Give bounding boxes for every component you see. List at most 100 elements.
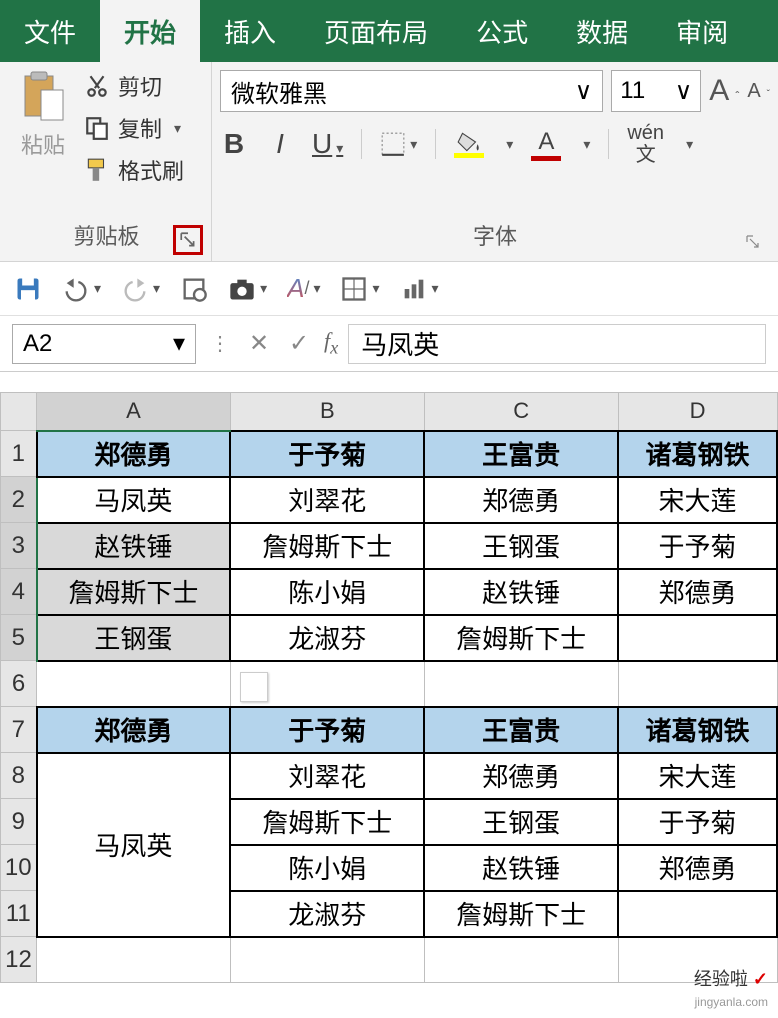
- cell[interactable]: 马凤英: [37, 753, 231, 937]
- cell[interactable]: [618, 615, 777, 661]
- cell[interactable]: 于予菊: [618, 523, 777, 569]
- redo-button[interactable]: ▾: [121, 275, 160, 303]
- cell[interactable]: 陈小娟: [230, 845, 424, 891]
- cell[interactable]: 郑德勇: [618, 569, 777, 615]
- enter-icon[interactable]: ✓: [284, 329, 314, 358]
- cell[interactable]: 赵铁锤: [37, 523, 231, 569]
- font-color-button[interactable]: A: [531, 128, 561, 161]
- cell[interactable]: 于予菊: [230, 431, 424, 477]
- chart-button[interactable]: ▾: [400, 275, 439, 303]
- name-box[interactable]: A2 ▾: [12, 324, 196, 364]
- cell[interactable]: 詹姆斯下士: [424, 615, 618, 661]
- column-header[interactable]: C: [424, 393, 618, 431]
- row-header[interactable]: 2: [1, 477, 37, 523]
- cell[interactable]: [230, 937, 424, 983]
- cell[interactable]: 宋大莲: [618, 477, 777, 523]
- cell[interactable]: [618, 661, 777, 707]
- cell[interactable]: [618, 891, 777, 937]
- font-style-button[interactable]: A/▾: [287, 273, 320, 304]
- tab-layout[interactable]: 页面布局: [300, 0, 452, 62]
- cell[interactable]: 于予菊: [618, 799, 777, 845]
- cancel-icon[interactable]: ✕: [244, 329, 274, 358]
- cell[interactable]: 于予菊: [230, 707, 424, 753]
- row-header[interactable]: 6: [1, 661, 37, 707]
- fx-icon[interactable]: fx: [324, 328, 338, 358]
- tab-insert[interactable]: 插入: [200, 0, 300, 62]
- font-launcher-icon[interactable]: [742, 231, 764, 253]
- row-header[interactable]: 11: [1, 891, 37, 937]
- cell[interactable]: 詹姆斯下士: [424, 891, 618, 937]
- cell[interactable]: 诸葛钢铁: [618, 707, 777, 753]
- undo-button[interactable]: ▾: [62, 275, 101, 303]
- column-header[interactable]: B: [230, 393, 424, 431]
- underline-button[interactable]: U▾: [312, 128, 343, 160]
- cell[interactable]: 诸葛钢铁: [618, 431, 777, 477]
- cut-button[interactable]: 剪切: [84, 70, 184, 102]
- cell[interactable]: 龙淑芬: [230, 891, 424, 937]
- resize-handle[interactable]: ⋮: [206, 331, 234, 356]
- cell[interactable]: [37, 661, 231, 707]
- tab-file[interactable]: 文件: [0, 0, 100, 62]
- column-header[interactable]: A: [37, 393, 231, 431]
- cell[interactable]: 郑德勇: [37, 431, 231, 477]
- cell[interactable]: 郑德勇: [37, 707, 231, 753]
- cell[interactable]: [424, 937, 618, 983]
- row-header[interactable]: 1: [1, 431, 37, 477]
- fill-color-button[interactable]: [454, 131, 484, 158]
- increase-font-button[interactable]: Aˆ: [709, 74, 739, 108]
- copy-button[interactable]: 复制▾: [84, 112, 184, 144]
- row-header[interactable]: 10: [1, 845, 37, 891]
- row-header[interactable]: 8: [1, 753, 37, 799]
- cell[interactable]: [37, 937, 231, 983]
- cell[interactable]: 王钢蛋: [424, 523, 618, 569]
- cell[interactable]: 赵铁锤: [424, 569, 618, 615]
- tab-data[interactable]: 数据: [552, 0, 652, 62]
- phonetic-button[interactable]: wén文: [627, 122, 664, 166]
- font-size-select[interactable]: 11 ∨: [611, 70, 701, 112]
- cell[interactable]: 王富贵: [424, 431, 618, 477]
- paste-options-icon[interactable]: [240, 672, 268, 702]
- cell[interactable]: 刘翠花: [230, 477, 424, 523]
- chevron-down-icon[interactable]: ▾: [583, 136, 590, 153]
- decrease-font-button[interactable]: Aˇ: [747, 80, 770, 103]
- paste-button[interactable]: 粘贴: [8, 70, 78, 186]
- cell[interactable]: 宋大莲: [618, 753, 777, 799]
- cell[interactable]: 詹姆斯下士: [230, 523, 424, 569]
- tab-review[interactable]: 审阅: [652, 0, 752, 62]
- cell[interactable]: 陈小娟: [230, 569, 424, 615]
- cell[interactable]: 刘翠花: [230, 753, 424, 799]
- bold-button[interactable]: B: [220, 128, 248, 160]
- italic-button[interactable]: I: [266, 128, 294, 160]
- row-header[interactable]: 9: [1, 799, 37, 845]
- chevron-down-icon[interactable]: ▾: [506, 136, 513, 153]
- chevron-down-icon[interactable]: ▾: [174, 120, 181, 137]
- save-button[interactable]: [14, 275, 42, 303]
- border-button[interactable]: ▾: [380, 131, 417, 157]
- cell[interactable]: [424, 661, 618, 707]
- cell[interactable]: 赵铁锤: [424, 845, 618, 891]
- tab-formula[interactable]: 公式: [452, 0, 552, 62]
- chevron-down-icon[interactable]: ▾: [686, 136, 693, 153]
- row-header[interactable]: 3: [1, 523, 37, 569]
- font-name-select[interactable]: 微软雅黑 ∨: [220, 70, 603, 112]
- row-header[interactable]: 7: [1, 707, 37, 753]
- screenshot-button[interactable]: ▾: [228, 275, 267, 303]
- border-all-button[interactable]: ▾: [340, 275, 379, 303]
- tab-home[interactable]: 开始: [100, 0, 200, 62]
- column-header[interactable]: D: [618, 393, 777, 431]
- row-header[interactable]: 4: [1, 569, 37, 615]
- cell[interactable]: 王钢蛋: [424, 799, 618, 845]
- cell[interactable]: 郑德勇: [424, 477, 618, 523]
- cell[interactable]: 龙淑芬: [230, 615, 424, 661]
- formula-input[interactable]: 马凤英: [348, 324, 766, 364]
- cell[interactable]: 詹姆斯下士: [37, 569, 231, 615]
- row-header[interactable]: 5: [1, 615, 37, 661]
- clipboard-launcher-icon[interactable]: [173, 225, 203, 255]
- cell[interactable]: 马凤英: [37, 477, 231, 523]
- cell[interactable]: 王钢蛋: [37, 615, 231, 661]
- grid[interactable]: ABCD1郑德勇于予菊王富贵诸葛钢铁2马凤英刘翠花郑德勇宋大莲3赵铁锤詹姆斯下士…: [0, 392, 778, 983]
- print-preview-button[interactable]: [180, 275, 208, 303]
- format-painter-button[interactable]: 格式刷: [84, 154, 184, 186]
- cell[interactable]: 郑德勇: [424, 753, 618, 799]
- row-header[interactable]: 12: [1, 937, 37, 983]
